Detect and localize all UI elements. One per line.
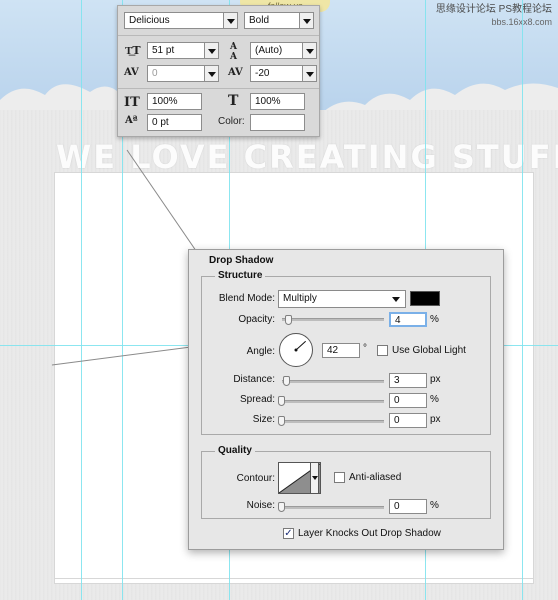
angle-input[interactable]: 42 bbox=[322, 343, 360, 358]
noise-slider-handle[interactable] bbox=[278, 502, 285, 512]
chevron-down-icon[interactable] bbox=[310, 462, 319, 494]
chevron-down-icon[interactable] bbox=[302, 65, 317, 82]
chevron-down-icon[interactable] bbox=[223, 12, 238, 29]
opacity-slider-handle[interactable] bbox=[284, 315, 292, 325]
baseline-shift-icon: Aª bbox=[125, 115, 138, 126]
spread-input[interactable]: 0 bbox=[389, 393, 427, 408]
vertical-scale-field[interactable]: 100% bbox=[147, 93, 202, 110]
anti-aliased-label[interactable]: Anti-aliased bbox=[349, 472, 401, 483]
shadow-color-swatch[interactable] bbox=[410, 291, 440, 306]
distance-unit: px bbox=[430, 374, 441, 385]
horizontal-scale-field[interactable]: 100% bbox=[250, 93, 305, 110]
blend-mode-label: Blend Mode: bbox=[218, 293, 275, 304]
use-global-light-checkbox[interactable] bbox=[377, 345, 388, 356]
opacity-unit: % bbox=[430, 314, 439, 325]
spread-label: Spread: bbox=[239, 394, 275, 405]
character-panel: Delicious Bold T͟T 51 pt AA (Auto) AV 0 … bbox=[117, 5, 320, 137]
size-label: Size: bbox=[252, 414, 275, 425]
size-slider[interactable] bbox=[282, 420, 384, 423]
layer-knocks-out-checkbox[interactable]: ✓ bbox=[283, 528, 294, 539]
distance-slider[interactable] bbox=[282, 380, 384, 383]
horizontal-scale-icon: T bbox=[228, 93, 239, 109]
noise-slider[interactable] bbox=[282, 506, 384, 509]
chevron-down-icon[interactable] bbox=[299, 12, 314, 29]
noise-input[interactable]: 0 bbox=[389, 499, 427, 514]
structure-title: Structure bbox=[215, 270, 266, 281]
opacity-label: Opacity: bbox=[238, 314, 275, 325]
text-color-swatch[interactable] bbox=[250, 114, 305, 131]
chevron-down-icon[interactable] bbox=[204, 65, 219, 82]
quality-title: Quality bbox=[215, 445, 255, 456]
size-unit: px bbox=[430, 414, 441, 425]
blend-mode-select[interactable]: Multiply bbox=[278, 290, 406, 308]
divider bbox=[118, 35, 319, 36]
baseline-shift-field[interactable]: 0 pt bbox=[147, 114, 202, 131]
leading-icon: AA bbox=[230, 42, 237, 62]
font-size-icon: T͟T bbox=[125, 44, 141, 57]
panel-title: Drop Shadow bbox=[209, 255, 274, 266]
angle-label: Angle: bbox=[246, 346, 275, 357]
tracking-icon: AV bbox=[228, 67, 243, 78]
vertical-scale-icon: IT bbox=[124, 95, 140, 110]
anti-aliased-checkbox[interactable] bbox=[334, 472, 345, 483]
kerning-icon: AV bbox=[124, 67, 139, 78]
opacity-input[interactable]: 4 bbox=[389, 312, 427, 327]
distance-label: Distance: bbox=[233, 374, 275, 385]
noise-label: Noise: bbox=[246, 500, 275, 511]
chevron-down-icon[interactable] bbox=[302, 42, 317, 59]
spread-slider-handle[interactable] bbox=[278, 396, 285, 406]
angle-indicator bbox=[294, 340, 306, 352]
size-slider-handle[interactable] bbox=[278, 416, 285, 426]
spread-slider[interactable] bbox=[282, 400, 384, 403]
divider bbox=[118, 88, 319, 89]
angle-unit: ° bbox=[363, 343, 367, 354]
use-global-light-label[interactable]: Use Global Light bbox=[392, 345, 466, 356]
angle-dial[interactable] bbox=[279, 333, 313, 367]
opacity-slider[interactable] bbox=[282, 318, 384, 321]
noise-unit: % bbox=[430, 500, 439, 511]
contour-label: Contour: bbox=[236, 473, 275, 484]
spread-unit: % bbox=[430, 394, 439, 405]
distance-slider-handle[interactable] bbox=[283, 376, 290, 386]
font-family-select[interactable]: Delicious bbox=[124, 12, 237, 29]
size-input[interactable]: 0 bbox=[389, 413, 427, 428]
layer-knocks-out-label[interactable]: Layer Knocks Out Drop Shadow bbox=[298, 528, 441, 539]
chevron-down-icon[interactable] bbox=[204, 42, 219, 59]
color-label: Color: bbox=[218, 116, 245, 127]
canvas-stage: follow us 思缘设计论坛 PS教程论坛 bbs.16xx8.com WE… bbox=[0, 0, 558, 600]
drop-shadow-panel: Drop Shadow Structure Blend Mode: Multip… bbox=[188, 249, 504, 550]
distance-input[interactable]: 3 bbox=[389, 373, 427, 388]
